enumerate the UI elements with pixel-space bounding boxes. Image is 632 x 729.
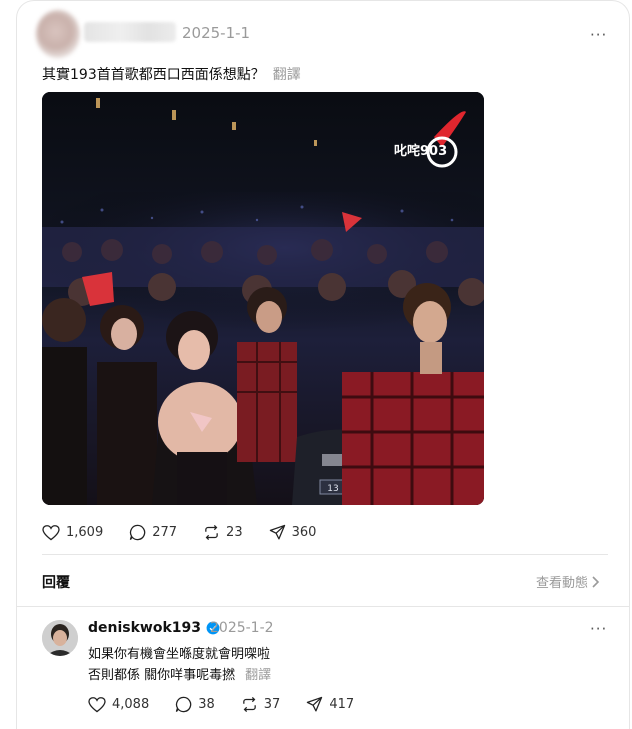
like-count: 1,609	[66, 525, 104, 540]
post-translate-link[interactable]: 翻譯	[273, 67, 301, 83]
avatar[interactable]	[42, 620, 78, 656]
share-count: 360	[291, 525, 317, 540]
view-activity-link[interactable]: 查看動態	[536, 572, 600, 591]
divider	[16, 606, 630, 607]
send-icon	[269, 524, 285, 540]
repost-count: 37	[263, 697, 281, 712]
repost-icon	[242, 696, 256, 713]
share-count: 417	[329, 697, 355, 712]
comment-count: 38	[198, 697, 215, 712]
repost-button[interactable]: 23	[203, 524, 243, 541]
repost-count: 23	[226, 525, 243, 540]
replies-heading: 回覆	[42, 575, 70, 591]
comment-icon	[176, 696, 192, 713]
view-activity-label: 查看動態	[536, 576, 589, 591]
post-text: 其實193首首歌都西口西面係想點？ 翻譯	[42, 64, 301, 84]
chevron-right-icon	[592, 575, 600, 588]
media-logo-text: 叱咤903	[394, 143, 447, 159]
post-body: 其實193首首歌都西口西面係想點？	[42, 67, 265, 83]
heart-icon	[42, 524, 60, 540]
send-icon	[307, 696, 323, 712]
reply-translate-link[interactable]: 翻譯	[245, 668, 271, 683]
post-more-icon[interactable]: ···	[590, 26, 607, 44]
reply-username-row[interactable]: deniskwok193	[88, 620, 220, 636]
reply-action-bar: 4,088 38 37 417	[88, 696, 380, 713]
seat-number: 13	[327, 484, 338, 494]
blurred-avatar[interactable]	[36, 10, 80, 58]
like-button[interactable]: 4,088	[88, 696, 150, 713]
comment-icon	[130, 524, 146, 541]
repost-button[interactable]: 37	[241, 696, 281, 713]
reply-text-line2-body: 否則都係 關你咩事呢毒撚	[88, 668, 236, 683]
post-media-image[interactable]: 13 叱咤903	[42, 92, 484, 505]
post-date[interactable]: 2025-1-1	[182, 24, 250, 42]
comment-button[interactable]: 277	[129, 524, 177, 541]
post-action-bar: 1,609 277 23 360	[42, 524, 342, 541]
blurred-username[interactable]	[84, 22, 176, 42]
repost-icon	[205, 524, 218, 541]
reply-text-line2: 否則都係 關你咩事呢毒撚 翻譯	[88, 664, 271, 683]
reply-username[interactable]: deniskwok193	[88, 620, 201, 636]
reply-more-icon[interactable]: ···	[590, 620, 607, 638]
comment-button[interactable]: 38	[175, 696, 215, 713]
profile-photo	[42, 620, 78, 656]
comment-count: 277	[152, 525, 178, 540]
share-button[interactable]: 417	[306, 696, 354, 713]
like-button[interactable]: 1,609	[42, 524, 104, 541]
reply-date[interactable]: 2025-1-2	[210, 620, 274, 636]
divider	[42, 554, 608, 555]
share-button[interactable]: 360	[269, 524, 317, 541]
reply-text-line1: 如果你有機會坐喺度就會明㗎啦	[88, 647, 271, 662]
concert-photo: 13 叱咤903	[42, 92, 484, 505]
like-count: 4,088	[112, 697, 150, 712]
heart-icon	[88, 696, 106, 712]
